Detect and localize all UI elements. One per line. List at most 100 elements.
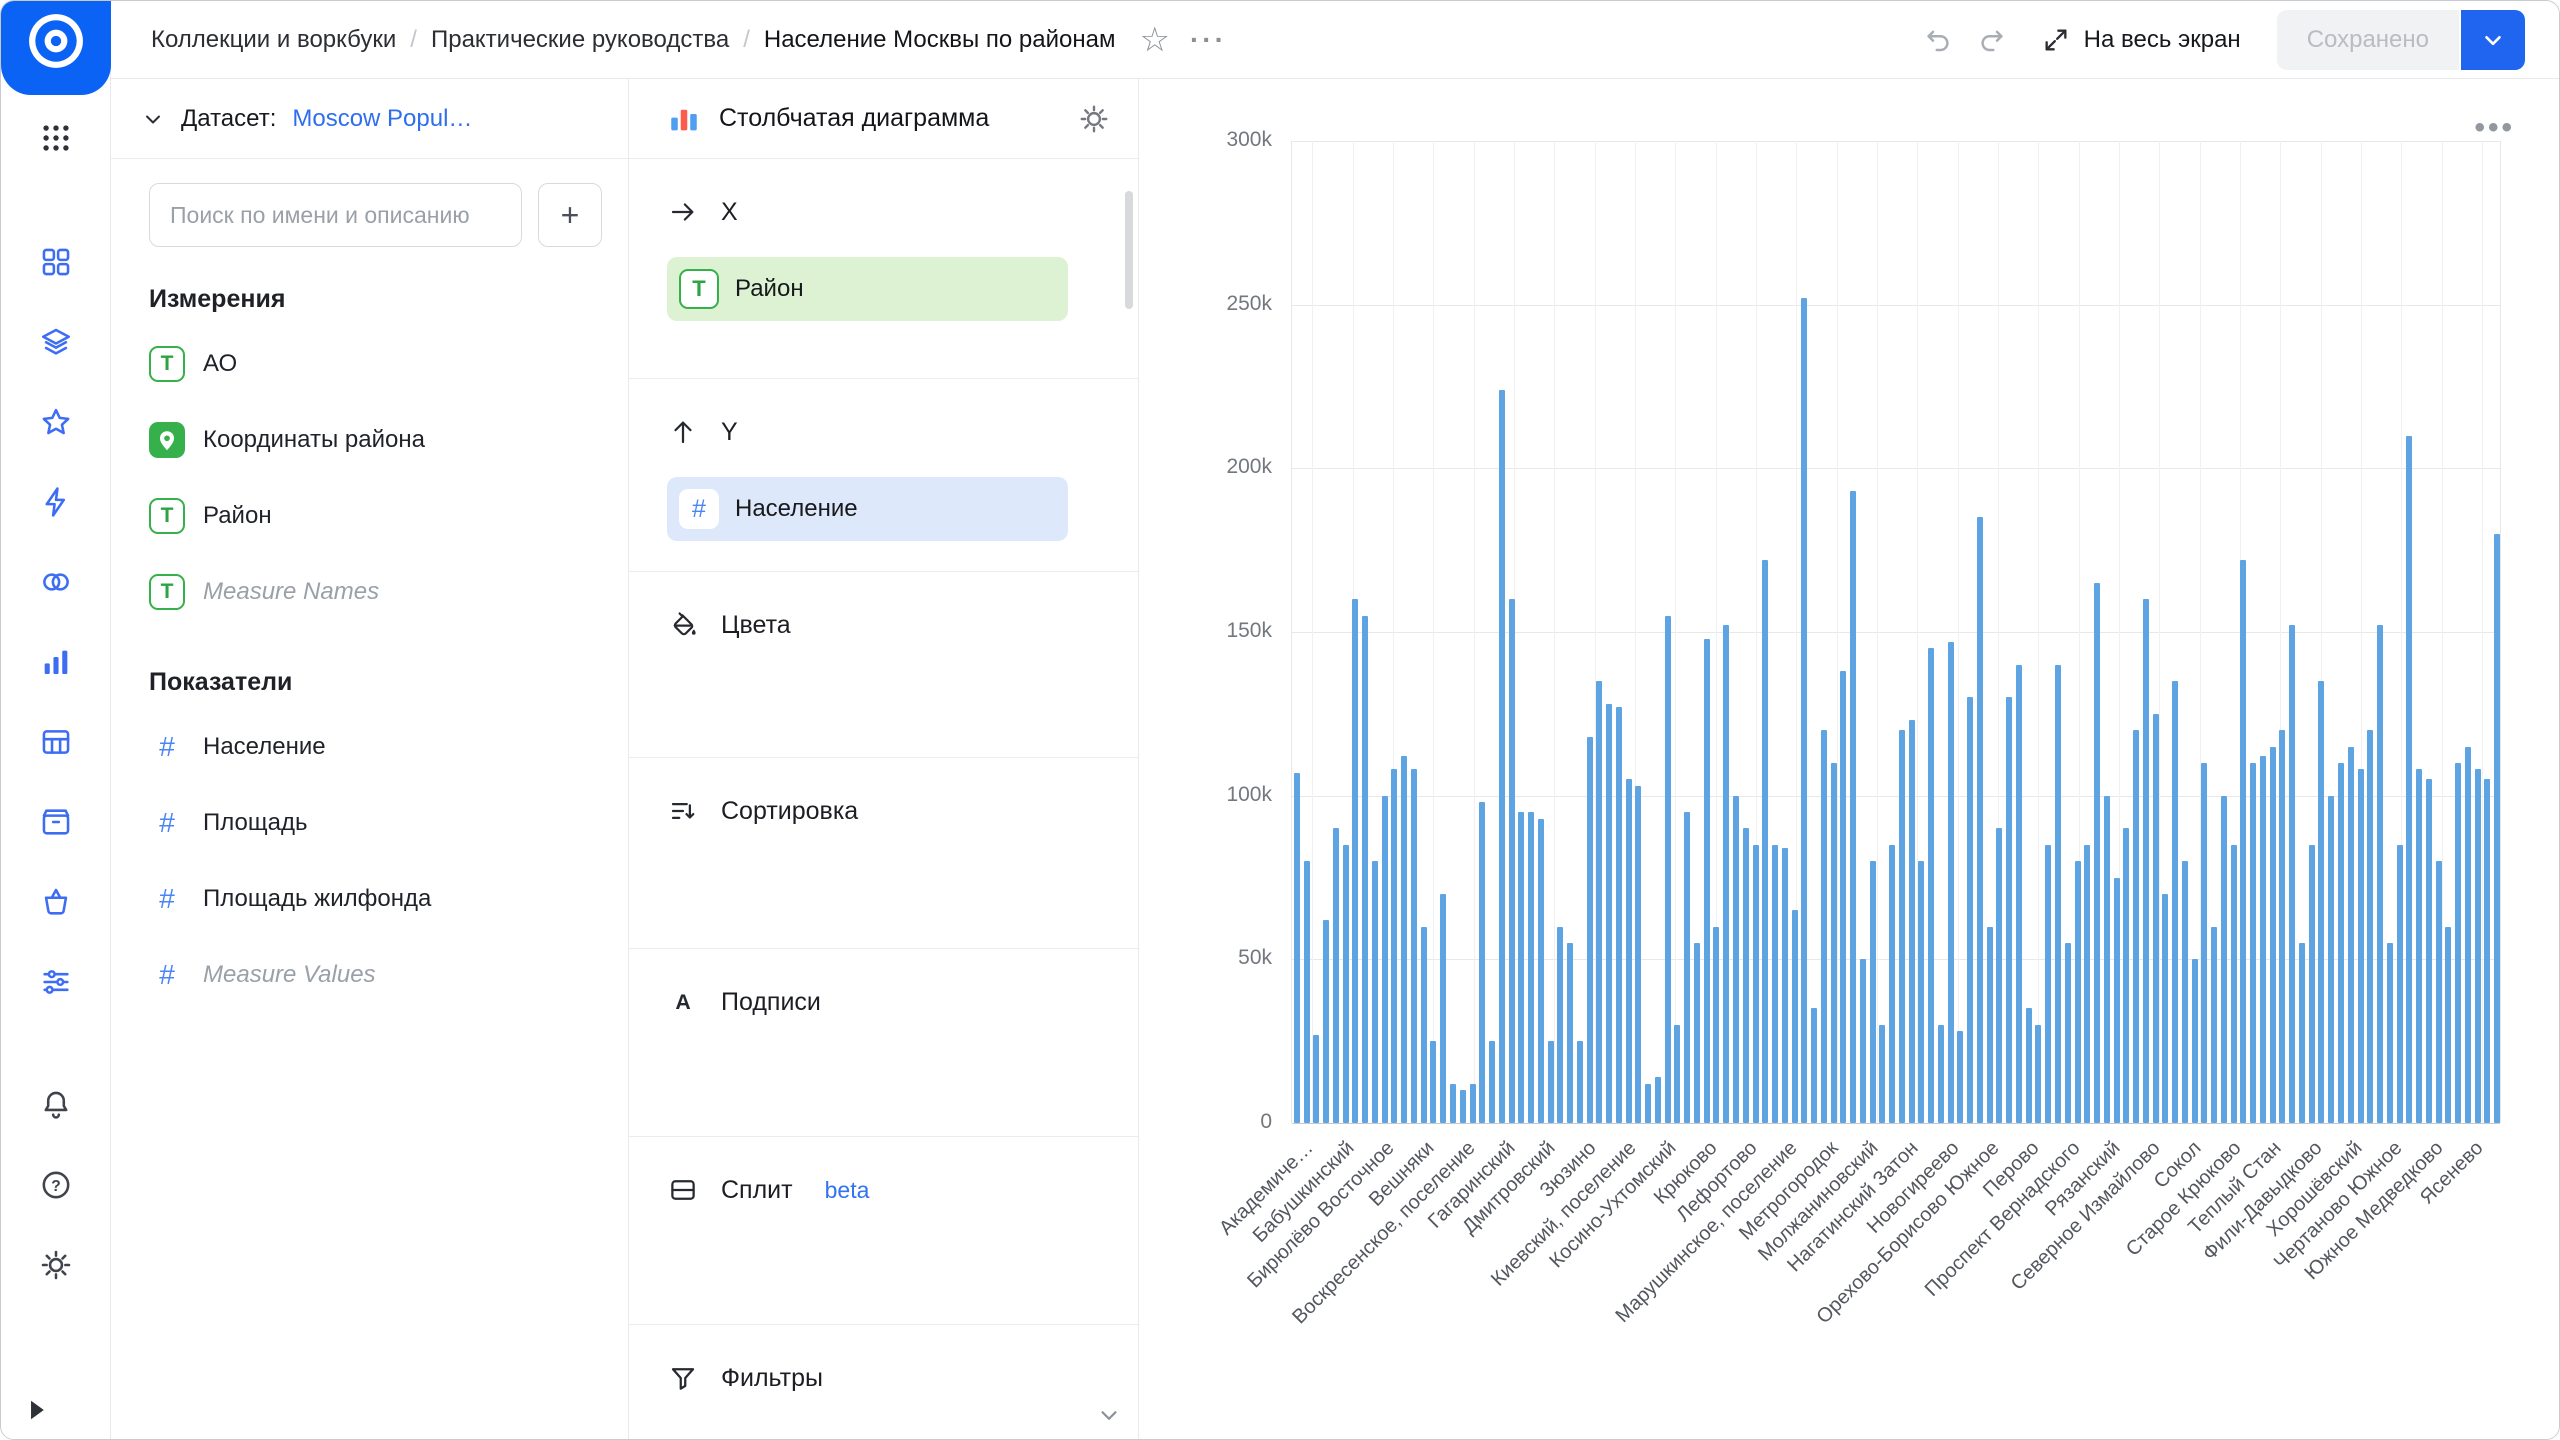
chart-bar[interactable] [1548, 1041, 1554, 1123]
config-section-split-header[interactable]: Сплитbeta [667, 1167, 1068, 1213]
chart-bar[interactable] [1792, 910, 1798, 1123]
chart-bar[interactable] [1889, 845, 1895, 1123]
chart-bar[interactable] [1870, 861, 1876, 1123]
chart-bar[interactable] [1821, 730, 1827, 1123]
field-item[interactable]: #Measure Values [111, 937, 628, 1013]
chart-bar[interactable] [2318, 681, 2324, 1123]
chart-bar[interactable] [2338, 763, 2344, 1123]
chart-bar[interactable] [1372, 861, 1378, 1123]
bar-chart-type-icon[interactable] [667, 102, 701, 136]
chart-bar[interactable] [2445, 927, 2451, 1123]
chart-bar[interactable] [2114, 878, 2120, 1124]
chart-bar[interactable] [1909, 720, 1915, 1123]
chart-bar[interactable] [1567, 943, 1573, 1123]
chart-bar[interactable] [1557, 927, 1563, 1123]
config-section-labels-header[interactable]: AПодписи [667, 979, 1068, 1025]
chart-bar[interactable] [1470, 1084, 1476, 1123]
chart-bar[interactable] [1967, 697, 1973, 1123]
chart-bar[interactable] [1850, 491, 1856, 1123]
config-section-x-header[interactable]: X [667, 189, 1068, 235]
apps-grid-icon[interactable] [28, 110, 84, 166]
chart-bar[interactable] [1879, 1025, 1885, 1123]
field-item[interactable]: Координаты района [111, 402, 628, 478]
dataset-name-link[interactable]: Moscow Popul… [292, 105, 472, 133]
field-pill-y[interactable]: #Население [667, 477, 1068, 541]
chart-bar[interactable] [1411, 769, 1417, 1123]
chart-bar[interactable] [1528, 812, 1534, 1123]
chart-bar[interactable] [1645, 1084, 1651, 1123]
chart-bar[interactable] [2123, 828, 2129, 1123]
chart-bar[interactable] [1479, 802, 1485, 1123]
chart-bar[interactable] [1723, 625, 1729, 1123]
chart-bar[interactable] [2260, 756, 2266, 1123]
chart-bar[interactable] [2309, 845, 2315, 1123]
field-item[interactable]: #Население [111, 709, 628, 785]
config-scrollbar-thumb[interactable] [1125, 191, 1133, 309]
chart-bar[interactable] [2172, 681, 2178, 1123]
chart-bar[interactable] [2075, 861, 2081, 1123]
chart-bar[interactable] [2436, 861, 2442, 1123]
chart-bar[interactable] [1840, 671, 1846, 1123]
chart-bar[interactable] [2270, 747, 2276, 1123]
chart-bar[interactable] [1323, 920, 1329, 1123]
redo-icon[interactable] [1974, 22, 2010, 58]
settings-gear-icon[interactable] [28, 1237, 84, 1293]
chart-bar[interactable] [2201, 763, 2207, 1123]
chart-bar[interactable] [1509, 599, 1515, 1123]
chart-bar[interactable] [2211, 927, 2217, 1123]
field-item[interactable]: TРайон [111, 478, 628, 554]
chart-bar[interactable] [2143, 599, 2149, 1123]
chart-bar[interactable] [1957, 1031, 1963, 1123]
chart-bar[interactable] [2299, 943, 2305, 1123]
chart-bar[interactable] [1665, 616, 1671, 1123]
chart-bar[interactable] [2377, 625, 2383, 1123]
chart-bar[interactable] [1606, 704, 1612, 1123]
chart-bar[interactable] [1811, 1008, 1817, 1123]
chart-bar[interactable] [1753, 845, 1759, 1123]
chart-bar[interactable] [2348, 747, 2354, 1123]
add-field-button[interactable]: + [538, 183, 602, 247]
chart-bar[interactable] [1733, 796, 1739, 1123]
chart-bar[interactable] [2484, 779, 2490, 1123]
dashboards-icon[interactable] [28, 234, 84, 290]
search-input[interactable] [149, 183, 522, 247]
chart-bar[interactable] [1782, 848, 1788, 1123]
chart-bar[interactable] [2065, 943, 2071, 1123]
expand-play-icon[interactable] [19, 1393, 53, 1427]
favorites-star-icon[interactable] [28, 394, 84, 450]
charts-bars-icon[interactable] [28, 634, 84, 690]
datasets-table-icon[interactable] [28, 714, 84, 770]
chart-bar[interactable] [2133, 730, 2139, 1123]
chart-bar[interactable] [1996, 828, 2002, 1123]
chart-bar[interactable] [2055, 665, 2061, 1123]
chart-bar[interactable] [1362, 616, 1368, 1123]
chart-bar[interactable] [2279, 730, 2285, 1123]
chart-bar[interactable] [1918, 861, 1924, 1123]
chart-bar[interactable] [1704, 639, 1710, 1123]
chart-bar[interactable] [2026, 1008, 2032, 1123]
chart-bar[interactable] [2231, 845, 2237, 1123]
chart-bar[interactable] [1489, 1041, 1495, 1123]
chart-bar[interactable] [1460, 1090, 1466, 1123]
chart-bar[interactable] [1333, 828, 1339, 1123]
chart-bar[interactable] [1382, 796, 1388, 1123]
chart-bar[interactable] [1831, 763, 1837, 1123]
config-section-filters-header[interactable]: Фильтры [667, 1355, 1068, 1401]
chart-bar[interactable] [2358, 769, 2364, 1123]
chart-bar[interactable] [2475, 769, 2481, 1123]
chart-bar[interactable] [1694, 943, 1700, 1123]
chart-bar[interactable] [2221, 796, 2227, 1123]
chart-bar[interactable] [1343, 845, 1349, 1123]
chart-bar[interactable] [1499, 390, 1505, 1123]
undo-icon[interactable] [1920, 22, 1956, 58]
chart-bar[interactable] [1674, 1025, 1680, 1123]
chart-bar[interactable] [1587, 737, 1593, 1123]
field-item[interactable]: TАО [111, 326, 628, 402]
scroll-down-chevron-icon[interactable] [1096, 1402, 1122, 1433]
chart-bar[interactable] [2289, 625, 2295, 1123]
chart-bar[interactable] [2016, 665, 2022, 1123]
chart-bar[interactable] [1294, 773, 1300, 1123]
chart-bar[interactable] [1635, 786, 1641, 1123]
chart-more-menu-icon[interactable]: ••• [2474, 113, 2515, 143]
field-pill-x[interactable]: TРайон [667, 257, 1068, 321]
